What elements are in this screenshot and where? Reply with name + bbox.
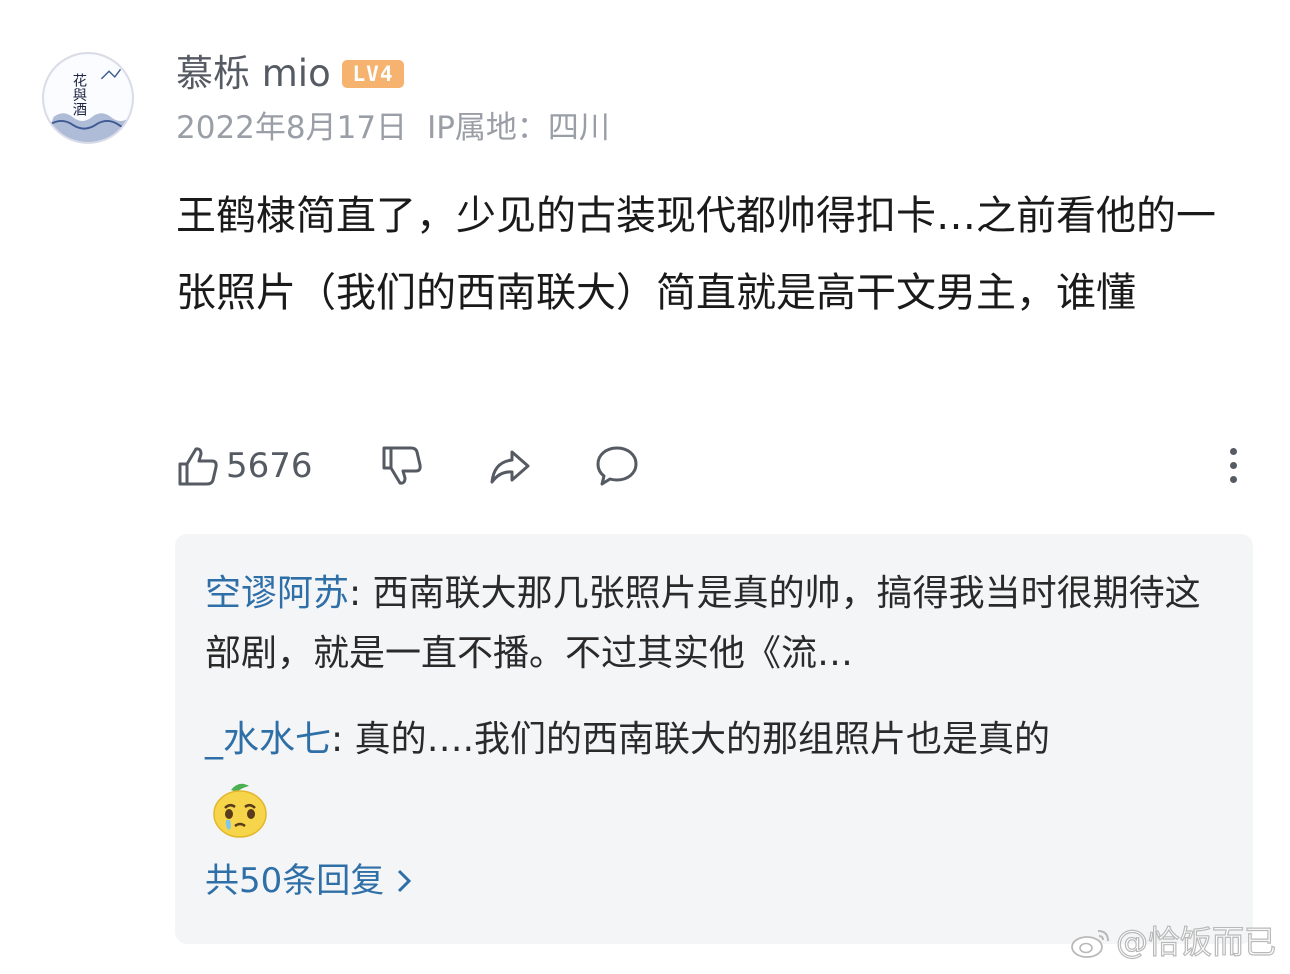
thumbs-down-icon [382, 446, 422, 485]
share-button[interactable] [488, 437, 532, 495]
lemon-crying-emoji-icon [213, 783, 267, 838]
reply-separator: : [331, 719, 355, 760]
avatar-text: 花與酒 [70, 73, 86, 117]
reply-item[interactable]: _水水七: 真的….我们的西南联大的那组照片也是真的 [205, 710, 1215, 840]
comment-actions: 5676 [176, 437, 1246, 495]
like-count: 5676 [226, 446, 313, 486]
view-all-replies-link[interactable]: 共50条回复 [205, 859, 412, 903]
comment-text: 王鹤棣简直了，少见的古装现代都帅得扣卡…之前看他的一张照片（我们的西南联大）简直… [176, 193, 1216, 316]
avatar-image: 花與酒 [44, 55, 132, 142]
reply-author[interactable]: 空谬阿苏 [205, 573, 349, 614]
watermark: @恰饭而已 [1070, 918, 1277, 966]
comment-bubble-icon [596, 446, 638, 486]
more-dot-icon [1229, 448, 1237, 455]
share-icon [490, 450, 530, 484]
avatar[interactable]: 花與酒 [42, 52, 134, 144]
more-dot-icon [1229, 476, 1237, 483]
comment-date: 2022年8月17日 [176, 110, 408, 146]
weibo-logo-icon [1071, 930, 1109, 958]
username[interactable]: 慕栎 mio [176, 50, 331, 98]
reply-preview-box[interactable]: 空谬阿苏: 西南联大那几张照片是真的帅，搞得我当时很期待这部剧，就是一直不播。不… [175, 534, 1253, 944]
comment-meta: 2022年8月17日 IP属地：四川 [176, 106, 610, 150]
reply-item[interactable]: 空谬阿苏: 西南联大那几张照片是真的帅，搞得我当时很期待这部剧，就是一直不播。不… [205, 564, 1215, 684]
dislike-button[interactable] [380, 437, 424, 495]
more-options-button[interactable] [1220, 443, 1246, 489]
level-badge: LV4 [342, 60, 404, 88]
thumbs-up-icon [178, 447, 218, 486]
reply-author[interactable]: _水水七 [205, 719, 331, 760]
chevron-right-icon [398, 869, 412, 893]
reply-button[interactable] [594, 437, 640, 495]
reply-text: 真的….我们的西南联大的那组照片也是真的 [354, 719, 1051, 760]
like-button[interactable]: 5676 [176, 437, 313, 495]
watermark-text: @恰饭而已 [1115, 922, 1276, 961]
reply-count-label: 共50条回复 [205, 861, 385, 901]
reply-separator: : [349, 573, 373, 614]
more-dot-icon [1229, 462, 1237, 469]
ip-location: IP属地：四川 [427, 110, 610, 146]
